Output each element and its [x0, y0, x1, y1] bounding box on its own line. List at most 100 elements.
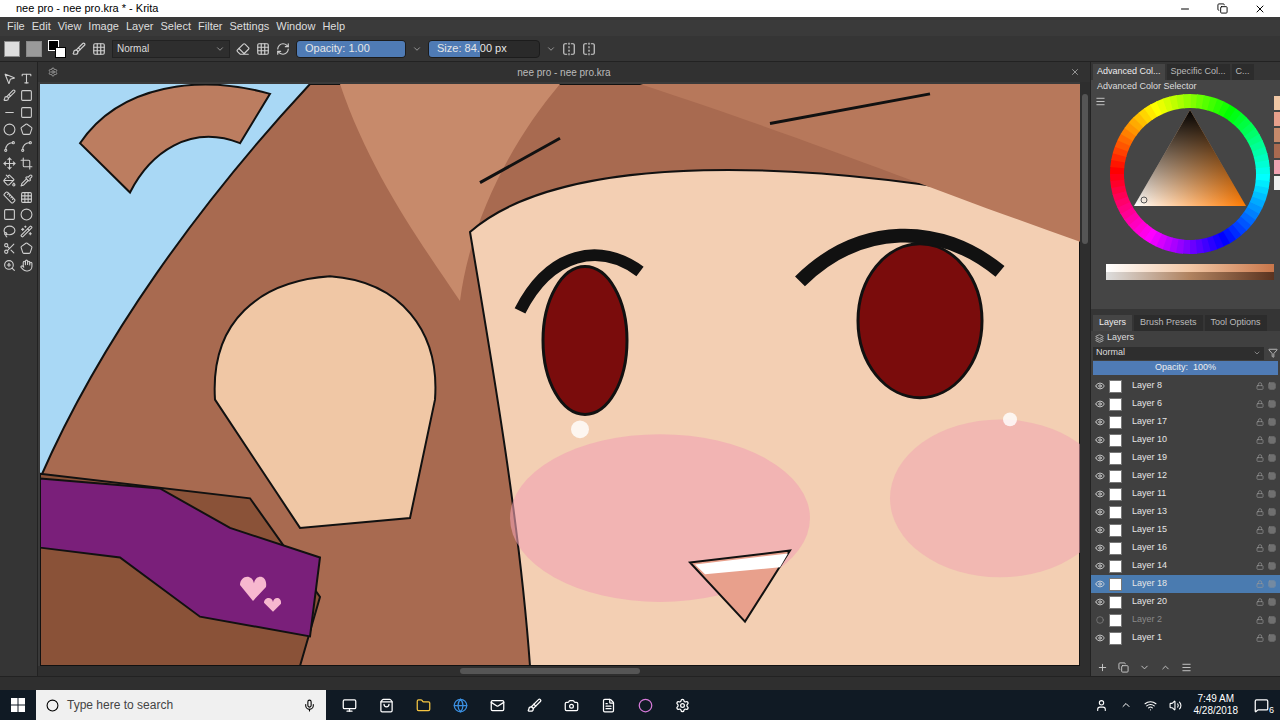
zoom-icon[interactable] — [3, 259, 16, 272]
visible-icon[interactable] — [1095, 417, 1105, 427]
task-view-icon[interactable] — [342, 698, 357, 713]
visible-icon[interactable] — [1095, 489, 1105, 499]
menu-item[interactable]: Window — [273, 18, 318, 35]
layer-menu-icon[interactable] — [1181, 662, 1192, 673]
ellipse-select-icon[interactable] — [20, 208, 33, 221]
lock-icon[interactable] — [1256, 418, 1264, 426]
lock-icon[interactable] — [1256, 634, 1264, 642]
move-down-icon[interactable] — [1139, 662, 1150, 673]
alpha-lock-icon[interactable] — [1268, 562, 1276, 570]
alpha-lock-icon[interactable] — [1268, 436, 1276, 444]
visible-icon[interactable] — [1095, 543, 1105, 553]
notification-center[interactable]: 6 — [1250, 694, 1272, 716]
layer-row[interactable]: Layer 18 — [1091, 575, 1280, 593]
layer-row[interactable]: Layer 16 — [1091, 539, 1280, 557]
brush-preset-icon[interactable] — [72, 42, 86, 56]
shade-bar-dark[interactable] — [1106, 272, 1274, 280]
panel-tab[interactable]: Brush Presets — [1134, 315, 1203, 331]
menu-item[interactable]: File — [4, 18, 28, 35]
blend-mode-dropdown[interactable]: Normal — [112, 40, 230, 58]
polygon-icon[interactable] — [20, 123, 33, 136]
volume-icon[interactable] — [1169, 699, 1182, 712]
add-layer-icon[interactable] — [1097, 662, 1108, 673]
lock-icon[interactable] — [1256, 490, 1264, 498]
store-icon[interactable] — [379, 698, 394, 713]
lock-icon[interactable] — [1256, 616, 1264, 624]
layer-row[interactable]: Layer 14 — [1091, 557, 1280, 575]
layer-row[interactable]: Layer 10 — [1091, 431, 1280, 449]
fill-icon[interactable] — [3, 174, 16, 187]
layer-row[interactable]: Layer 13 — [1091, 503, 1280, 521]
document-tab[interactable]: nee pro - nee pro.kra — [38, 62, 1090, 82]
lock-icon[interactable] — [1256, 400, 1264, 408]
layer-row[interactable]: Layer 6 — [1091, 395, 1280, 413]
visible-icon[interactable] — [1095, 507, 1105, 517]
lock-icon[interactable] — [1256, 454, 1264, 462]
menu-item[interactable]: View — [55, 18, 85, 35]
select-icon[interactable] — [3, 72, 16, 85]
menu-item[interactable]: Filter — [195, 18, 225, 35]
layer-row[interactable]: Layer 8 — [1091, 377, 1280, 395]
line-icon[interactable] — [3, 106, 16, 119]
opacity-arrow-icon[interactable] — [412, 44, 422, 54]
picker-icon[interactable] — [20, 174, 33, 187]
layer-row[interactable]: Layer 15 — [1091, 521, 1280, 539]
ruler-icon[interactable] — [3, 191, 16, 204]
hidden-icon[interactable] — [1096, 616, 1104, 624]
layer-row[interactable]: Layer 2 — [1091, 611, 1280, 629]
obs-icon[interactable] — [675, 698, 690, 713]
visible-icon[interactable] — [1095, 525, 1105, 535]
layer-row[interactable]: Layer 11 — [1091, 485, 1280, 503]
reload-icon[interactable] — [276, 42, 290, 56]
alpha-lock-icon[interactable] — [1268, 544, 1276, 552]
shade-bar[interactable] — [1106, 264, 1274, 272]
size-arrow-icon[interactable] — [546, 44, 556, 54]
lock-icon[interactable] — [1256, 382, 1264, 390]
size-slider[interactable]: Size: 84.00 px — [428, 40, 540, 58]
vertical-scrollbar[interactable] — [1080, 82, 1090, 666]
layer-blend-dropdown[interactable]: Normal — [1093, 347, 1264, 360]
visible-icon[interactable] — [1095, 633, 1105, 643]
alpha-lock-icon[interactable] — [1268, 472, 1276, 480]
alpha-icon[interactable] — [256, 42, 270, 56]
krita-taskbar-icon[interactable] — [638, 698, 653, 713]
text-icon[interactable] — [20, 72, 33, 85]
lock-icon[interactable] — [1256, 436, 1264, 444]
pattern-swatch[interactable] — [4, 41, 20, 57]
move-icon[interactable] — [3, 157, 16, 170]
lock-icon[interactable] — [1256, 562, 1264, 570]
menu-item[interactable]: Help — [319, 18, 348, 35]
restore-icon[interactable] — [1217, 3, 1228, 14]
selector-menu-icon[interactable] — [1095, 96, 1106, 107]
alpha-lock-icon[interactable] — [1268, 490, 1276, 498]
rect-select-icon[interactable] — [3, 208, 16, 221]
menu-item[interactable]: Image — [85, 18, 122, 35]
eraser-icon[interactable] — [236, 42, 250, 56]
people-icon[interactable] — [1095, 699, 1108, 712]
lasso-icon[interactable] — [3, 225, 16, 238]
color-wheel[interactable] — [1110, 94, 1270, 254]
color-swatches[interactable] — [48, 40, 66, 58]
gradient-swatch[interactable] — [26, 41, 42, 57]
close-icon[interactable] — [1254, 3, 1266, 15]
alpha-lock-icon[interactable] — [1268, 598, 1276, 606]
move-up-icon[interactable] — [1160, 662, 1171, 673]
camera-icon[interactable] — [564, 698, 579, 713]
notes-icon[interactable] — [601, 698, 616, 713]
panel-tab[interactable]: Layers — [1093, 315, 1132, 331]
alpha-lock-icon[interactable] — [1268, 616, 1276, 624]
lock-icon[interactable] — [1256, 472, 1264, 480]
mirror-horizontal-icon[interactable] — [562, 42, 576, 56]
scissors-icon[interactable] — [3, 242, 16, 255]
layer-row[interactable]: Layer 19 — [1091, 449, 1280, 467]
visible-icon[interactable] — [1095, 381, 1105, 391]
alpha-lock-icon[interactable] — [1268, 454, 1276, 462]
tray-icon[interactable] — [1120, 699, 1132, 711]
visible-icon[interactable] — [1095, 579, 1105, 589]
visible-icon[interactable] — [1095, 597, 1105, 607]
lock-icon[interactable] — [1256, 544, 1264, 552]
poly-select-icon[interactable] — [20, 242, 33, 255]
pan-icon[interactable] — [20, 259, 33, 272]
mic-icon[interactable] — [303, 699, 316, 712]
duplicate-layer-icon[interactable] — [1118, 662, 1129, 673]
